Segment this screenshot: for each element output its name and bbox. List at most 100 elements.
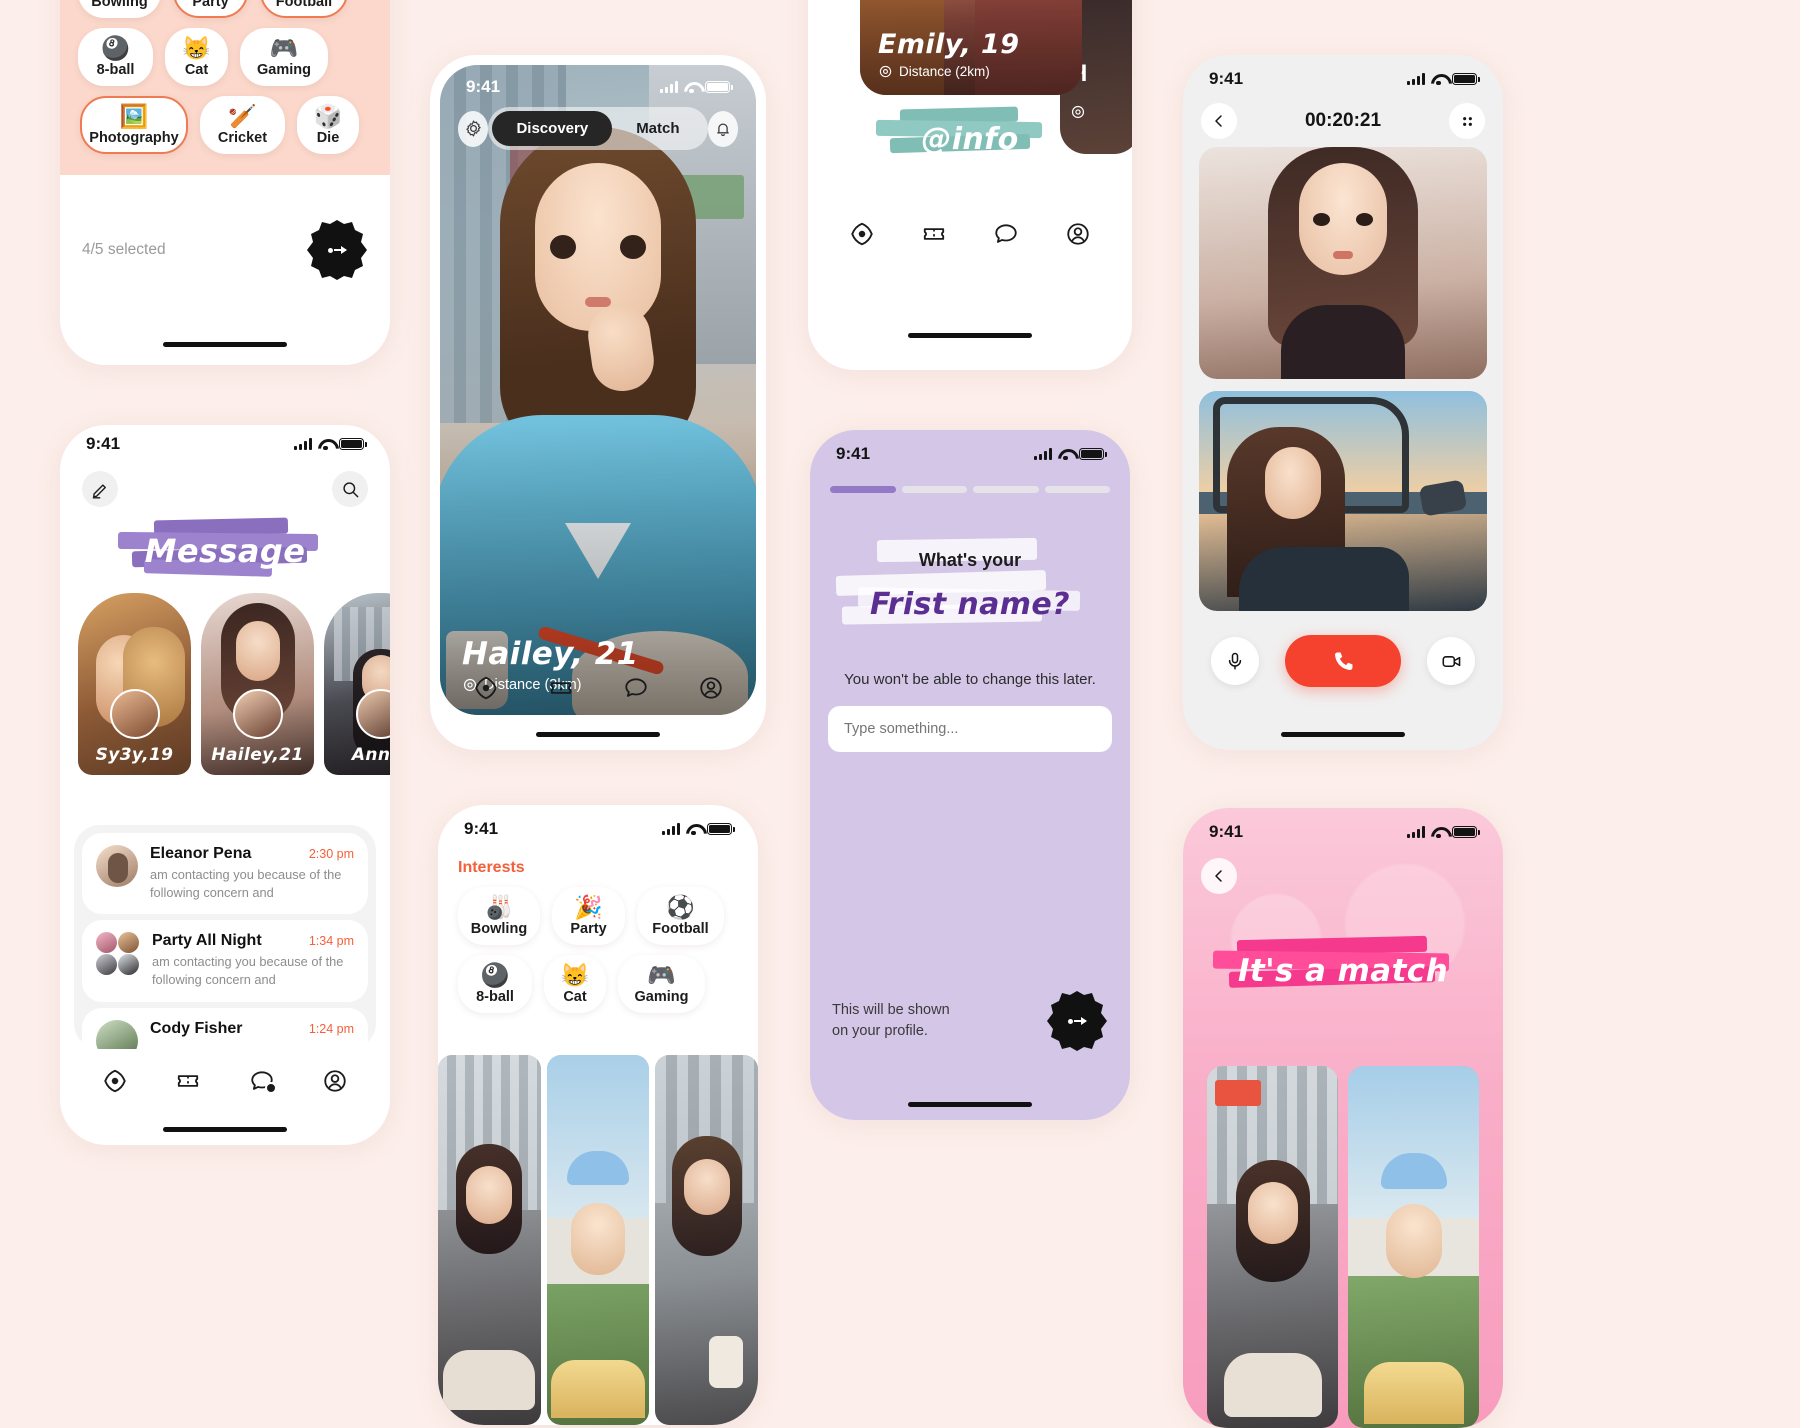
conversation-name: Party All Night xyxy=(152,932,262,950)
heading-main-text: Frist name? xyxy=(870,587,1070,622)
home-indicator xyxy=(163,342,287,347)
cellular-signal-icon xyxy=(1407,73,1425,85)
notifications-button[interactable] xyxy=(707,110,738,147)
next-button[interactable] xyxy=(1046,990,1108,1052)
back-button[interactable] xyxy=(1201,103,1237,139)
interest-chip-label: 8-ball xyxy=(476,988,514,1005)
tab-tickets[interactable] xyxy=(546,673,576,703)
arrow-right-icon xyxy=(328,246,347,254)
eight-ball-icon: 🎱 xyxy=(101,34,130,61)
remote-video-feed xyxy=(1199,147,1487,379)
bottom-tab-bar xyxy=(808,212,1132,256)
profile-info-screen: H Emily, 19 Distance (2km) xyxy=(808,0,1132,370)
profile-icon xyxy=(1067,223,1089,245)
location-pin-icon xyxy=(879,65,892,78)
status-bar: 9:41 xyxy=(1183,808,1503,846)
helper-text: You won't be able to change this later. xyxy=(844,671,1096,688)
tab-discover[interactable] xyxy=(847,219,877,249)
tab-profile[interactable] xyxy=(696,673,726,703)
first-name-input[interactable] xyxy=(828,706,1112,752)
tab-messages[interactable] xyxy=(621,673,651,703)
interest-chip-label: Gaming xyxy=(257,61,311,78)
tab-messages[interactable] xyxy=(247,1066,277,1096)
interest-chip-bowling[interactable]: 🎳 Bowling xyxy=(78,0,161,18)
first-name-onboarding-screen: 9:41 What's your Frist name? You won't b… xyxy=(810,430,1130,1120)
grid-view-button[interactable] xyxy=(1449,103,1485,139)
interests-selection-screen: Tennis PingPong Squash 🎳 Bowling 🎉 Party… xyxy=(60,0,390,365)
story-card[interactable]: Hailey,21 xyxy=(201,593,314,775)
tab-discover[interactable] xyxy=(100,1066,130,1096)
story-card[interactable]: Anna, xyxy=(324,593,390,775)
tab-tickets[interactable] xyxy=(173,1066,203,1096)
chevron-left-icon xyxy=(1215,870,1222,882)
tab-profile[interactable] xyxy=(1063,219,1093,249)
story-name: Hailey,21 xyxy=(211,745,304,765)
profile-handle-text: @info xyxy=(921,122,1019,157)
interest-chip-football[interactable]: ⚽ Football xyxy=(260,0,348,18)
interest-chip-bowling[interactable]: 🎳 Bowling xyxy=(458,887,540,945)
interest-chip-photography[interactable]: 🖼️ Photography xyxy=(80,96,188,154)
tab-discover[interactable] xyxy=(471,673,501,703)
story-card[interactable]: Sy3y,19 xyxy=(78,593,191,775)
profile-icon xyxy=(324,1070,346,1092)
status-time: 9:41 xyxy=(86,434,121,453)
video-camera-icon xyxy=(1441,655,1460,667)
stories-row: Sy3y,19 Hailey,21 Anna, xyxy=(60,577,390,775)
interest-chip-die[interactable]: 🎲 Die xyxy=(297,96,359,154)
story-name: Anna, xyxy=(351,745,390,765)
profile-card-stack: H Emily, 19 Distance (2km) xyxy=(808,0,1132,210)
interest-chip-8ball[interactable]: 🎱 8-ball xyxy=(78,28,153,86)
interest-chip-gaming[interactable]: 🎮 Gaming xyxy=(240,28,328,86)
conversation-row[interactable]: Party All Night 1:34 pm am contacting yo… xyxy=(82,920,368,1002)
discovery-card-screen: 9:41 Discovery Match Hailey, 21 Distance… xyxy=(430,55,766,750)
matched-photo[interactable] xyxy=(1207,1066,1338,1428)
conversation-list: Eleanor Pena 2:30 pm am contacting you b… xyxy=(74,825,376,1049)
grid-photo[interactable] xyxy=(438,1055,541,1425)
status-time: 9:41 xyxy=(464,819,499,838)
interest-chip-football[interactable]: ⚽ Football xyxy=(637,887,724,945)
tab-profile[interactable] xyxy=(320,1066,350,1096)
cellular-signal-icon xyxy=(660,81,678,93)
battery-icon xyxy=(1079,447,1107,461)
tab-discovery[interactable]: Discovery xyxy=(492,111,613,146)
interest-chip-cat[interactable]: 😸 Cat xyxy=(165,28,228,86)
back-button[interactable] xyxy=(1201,858,1237,894)
conversation-row[interactable]: Eleanor Pena 2:30 pm am contacting you b… xyxy=(82,833,368,915)
matched-photo[interactable] xyxy=(1348,1066,1479,1428)
next-button[interactable] xyxy=(306,219,368,281)
end-call-button[interactable] xyxy=(1285,635,1401,687)
conversation-name: Cody Fisher xyxy=(150,1019,243,1037)
interest-chip-cricket[interactable]: 🏏 Cricket xyxy=(200,96,285,154)
interest-chip-8ball[interactable]: 🎱 8-ball xyxy=(458,955,532,1013)
grid-photo[interactable] xyxy=(546,1055,650,1425)
cellular-signal-icon xyxy=(662,823,680,835)
conversation-row[interactable]: Cody Fisher 1:24 pm xyxy=(82,1007,368,1049)
status-time: 9:41 xyxy=(1209,822,1244,841)
search-button[interactable] xyxy=(332,471,368,507)
ticket-icon xyxy=(550,682,571,694)
photo-grid xyxy=(438,1055,758,1425)
interest-chip-gaming[interactable]: 🎮 Gaming xyxy=(618,955,705,1013)
settings-button[interactable] xyxy=(458,110,489,147)
heading-top: What's your xyxy=(876,537,1055,575)
grid-photo[interactable] xyxy=(655,1055,758,1425)
avatar-group xyxy=(96,932,140,976)
conversation-time: 2:30 pm xyxy=(308,847,354,861)
home-indicator xyxy=(163,1127,287,1132)
mute-button[interactable] xyxy=(1211,637,1259,685)
interest-chip-cat[interactable]: 😸 Cat xyxy=(544,955,606,1013)
video-toggle-button[interactable] xyxy=(1427,637,1475,685)
tab-messages[interactable] xyxy=(991,219,1021,249)
battery-icon xyxy=(1452,72,1480,86)
edit-button[interactable] xyxy=(82,471,118,507)
home-indicator xyxy=(908,1102,1032,1107)
avatar xyxy=(96,845,138,887)
interest-chip-party[interactable]: 🎉 Party xyxy=(173,0,248,18)
interest-chip-party[interactable]: 🎉 Party xyxy=(552,887,625,945)
wifi-icon xyxy=(1058,449,1073,461)
home-indicator xyxy=(1281,732,1405,737)
tab-tickets[interactable] xyxy=(919,219,949,249)
interest-chip-label: Cat xyxy=(563,988,587,1005)
status-time: 9:41 xyxy=(1209,69,1244,88)
tab-match[interactable]: Match xyxy=(612,111,703,146)
